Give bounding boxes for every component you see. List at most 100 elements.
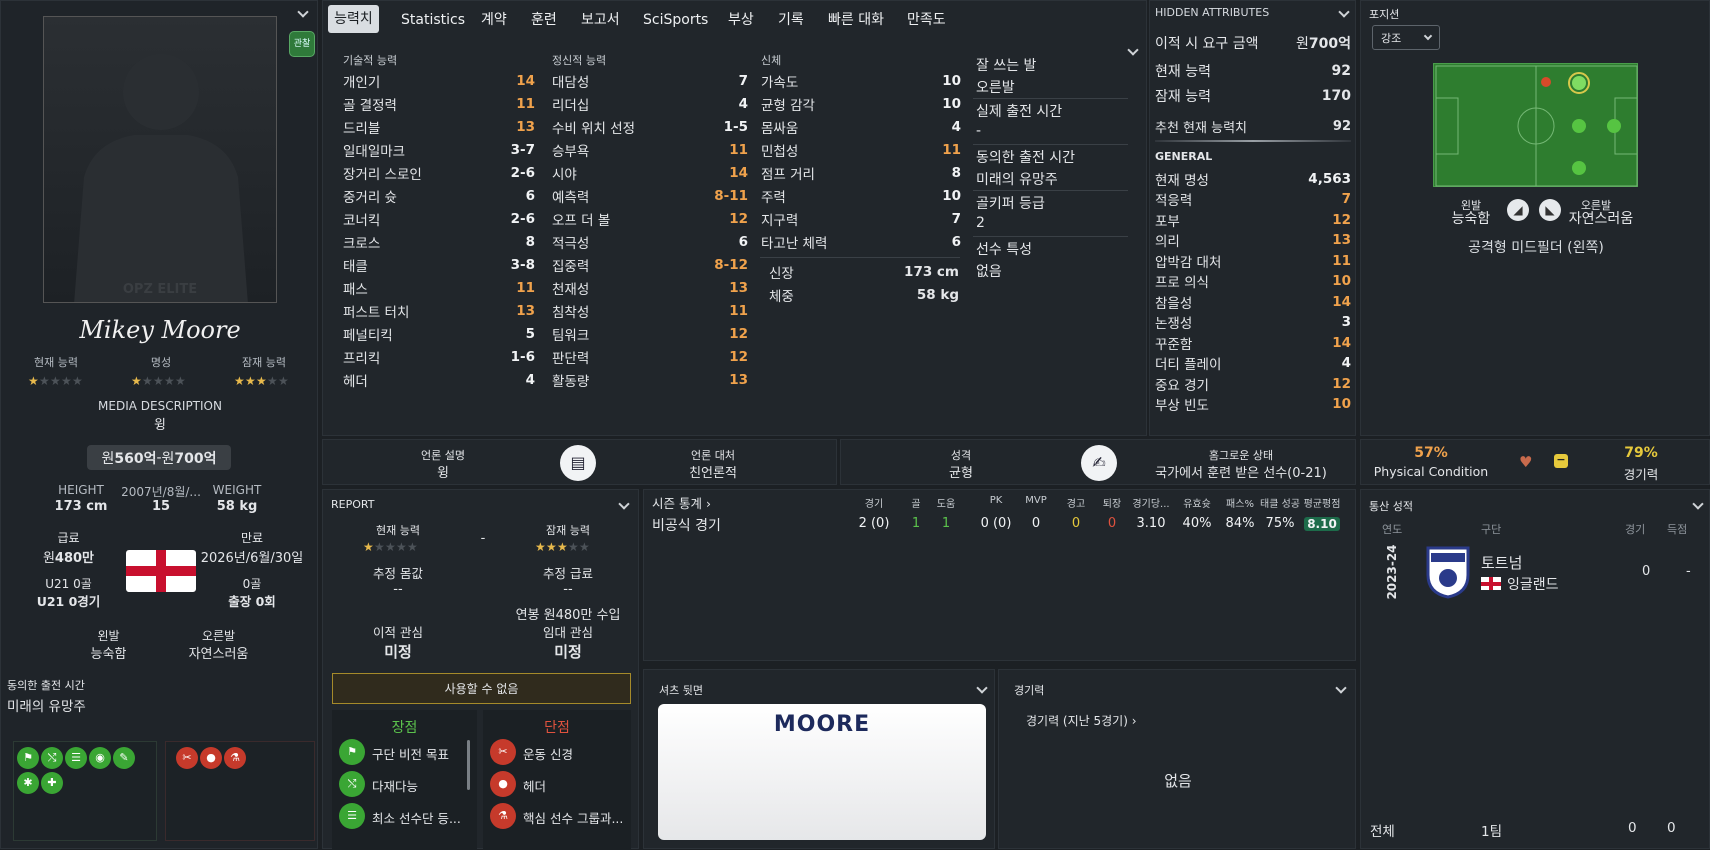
profile-menu-chevron[interactable] (297, 5, 309, 20)
career-total-team: 1팀 (1481, 824, 1503, 840)
technical-attr-row[interactable]: 프리킥 1-6 (343, 345, 535, 368)
season-stats-title[interactable]: 시즌 통계 › (652, 493, 711, 512)
technical-attr-row[interactable]: 페널티킥 5 (343, 322, 535, 345)
technical-attr-name: 퍼스트 터치 (343, 304, 410, 321)
transfer-amount: 700억 (1308, 35, 1351, 52)
attributes-options-chevron[interactable] (1127, 43, 1139, 58)
mental-attr-row[interactable]: 판단력 12 (552, 345, 748, 368)
mental-attr-row[interactable]: 집중력 8-12 (552, 253, 748, 276)
mental-attr-value: 8-12 (714, 256, 748, 273)
mental-attr-name: 적극성 (552, 235, 590, 252)
physical-attr-row[interactable]: 점프 거리 8 (761, 161, 961, 184)
tab-happiness[interactable]: 만족도 (907, 7, 946, 33)
personality-icon: ✍ (1081, 445, 1117, 481)
general-attr-row[interactable]: 부상 빈도 10 (1155, 393, 1351, 416)
career-header-club: 구단 (1481, 523, 1502, 536)
mental-attr-name: 대담성 (552, 74, 590, 91)
watch-button[interactable]: 관찰 (289, 31, 315, 57)
form-chevron[interactable] (1335, 681, 1347, 696)
mental-attr-row[interactable]: 수비 위치 선정 1-5 (552, 115, 748, 138)
hidden-ca-label: 현재 능력 (1155, 63, 1211, 80)
report-chevron[interactable] (618, 497, 630, 512)
tab-training[interactable]: 훈련 (531, 7, 557, 33)
technical-title: 기술적 능력 (343, 54, 398, 67)
mental-attr-row[interactable]: 대담성 7 (552, 69, 748, 92)
star-icon: ★ (245, 374, 256, 388)
mental-attr-row[interactable]: 시야 14 (552, 161, 748, 184)
header-icon: ● (490, 771, 516, 797)
tab-injuries[interactable]: 부상 (728, 7, 754, 33)
season-header[interactable]: 평균평점 (1294, 495, 1350, 510)
technical-attr-row[interactable]: 중거리 슛 6 (343, 184, 535, 207)
mental-attr-value: 4 (738, 95, 748, 112)
shirt-chevron[interactable] (976, 681, 988, 696)
mental-attr-row[interactable]: 활동량 13 (552, 368, 748, 391)
mental-attr-row[interactable]: 팀워크 12 (552, 322, 748, 345)
info-separator (973, 98, 1128, 99)
mental-attr-value: 12 (729, 325, 748, 342)
chevron-right-icon: › (705, 496, 711, 511)
team-icon: ⚑ (17, 747, 39, 769)
career-chevron[interactable] (1692, 497, 1704, 512)
unavailable-button[interactable]: 사용할 수 없음 (332, 673, 631, 704)
technical-attr-row[interactable]: 헤더 4 (343, 368, 535, 391)
season-row-label: 비공식 경기 (652, 518, 721, 534)
star-icon: ★ (407, 540, 418, 554)
tab-history[interactable]: 기록 (778, 7, 804, 33)
star-icon: ★ (28, 374, 39, 388)
tab-statistics[interactable]: Statistics (401, 7, 465, 33)
technical-attr-row[interactable]: 개인기 14 (343, 69, 535, 92)
general-attr-value: 4,563 (1308, 170, 1351, 187)
technical-attr-row[interactable]: 장거리 스로인 2-6 (343, 161, 535, 184)
technical-attr-row[interactable]: 태클 3-8 (343, 253, 535, 276)
technical-attr-row[interactable]: 드리블 13 (343, 115, 535, 138)
tab-abilities[interactable]: 능력치 (328, 5, 379, 33)
technical-attr-row[interactable]: 퍼스트 터치 13 (343, 299, 535, 322)
general-attr-value: 11 (1332, 252, 1351, 269)
physical-attr-row[interactable]: 가속도 10 (761, 69, 961, 92)
mental-attr-row[interactable]: 승부욕 11 (552, 138, 748, 161)
physical-attr-row[interactable]: 균형 감각 10 (761, 92, 961, 115)
highlight-dropdown[interactable]: 강조 (1372, 25, 1440, 50)
physical-attr-row[interactable]: 지구력 7 (761, 207, 961, 230)
technical-attr-row[interactable]: 패스 11 (343, 276, 535, 299)
mental-attr-row[interactable]: 침착성 11 (552, 299, 748, 322)
physical-attr-name: 점프 거리 (761, 166, 815, 183)
physical-attr-row[interactable]: 타고난 체력 6 (761, 230, 961, 253)
technical-attr-row[interactable]: 일대일마크 3-7 (343, 138, 535, 161)
hidden-chevron[interactable] (1338, 5, 1350, 20)
physical-attr-value: 6 (951, 233, 961, 250)
physical-attr-row[interactable]: 주력 10 (761, 184, 961, 207)
tab-scisports[interactable]: SciSports (643, 7, 708, 33)
general-attr-name: 더티 플레이 (1155, 357, 1222, 373)
strengths-scrollbar[interactable] (467, 740, 470, 790)
recommended-ca-bar (1155, 140, 1351, 142)
mental-attr-row[interactable]: 리더십 4 (552, 92, 748, 115)
star-icon: ★ (579, 540, 590, 554)
physical-attr-name: 균형 감각 (761, 97, 815, 114)
tab-quick-chat[interactable]: 빠른 대화 (828, 7, 884, 33)
career-club[interactable]: 토트넘 (1481, 552, 1522, 573)
mental-attr-row[interactable]: 천재성 13 (552, 276, 748, 299)
form-subtitle[interactable]: 경기력 (지난 5경기) › (1026, 712, 1137, 729)
mental-attr-row[interactable]: 오프 더 볼 12 (552, 207, 748, 230)
position-role: 공격형 미드필더 (왼쪽) (1468, 240, 1604, 256)
technical-attr-row[interactable]: 코너킥 2-6 (343, 207, 535, 230)
star-icon: ★ (142, 374, 153, 388)
left-foot-label: 왼발 (97, 629, 120, 643)
physical-attr-row[interactable]: 몸싸움 4 (761, 115, 961, 138)
tab-contract[interactable]: 계약 (481, 7, 507, 33)
mental-attr-row[interactable]: 적극성 6 (552, 230, 748, 253)
mental-attr-name: 예측력 (552, 189, 590, 206)
technical-attr-value: 11 (516, 95, 535, 112)
tab-reports[interactable]: 보고서 (581, 7, 620, 33)
mental-attr-row[interactable]: 예측력 8-11 (552, 184, 748, 207)
physical-attr-row[interactable]: 민첩성 11 (761, 138, 961, 161)
squad-icon: ☰ (339, 803, 365, 829)
technical-attr-row[interactable]: 크로스 8 (343, 230, 535, 253)
technical-attr-name: 개인기 (343, 74, 381, 91)
height-row: 신장 173 cm (769, 260, 959, 283)
technical-attr-row[interactable]: 골 결정력 11 (343, 92, 535, 115)
season-header[interactable]: 도움 (918, 495, 974, 510)
age-value: 15 (151, 499, 171, 514)
